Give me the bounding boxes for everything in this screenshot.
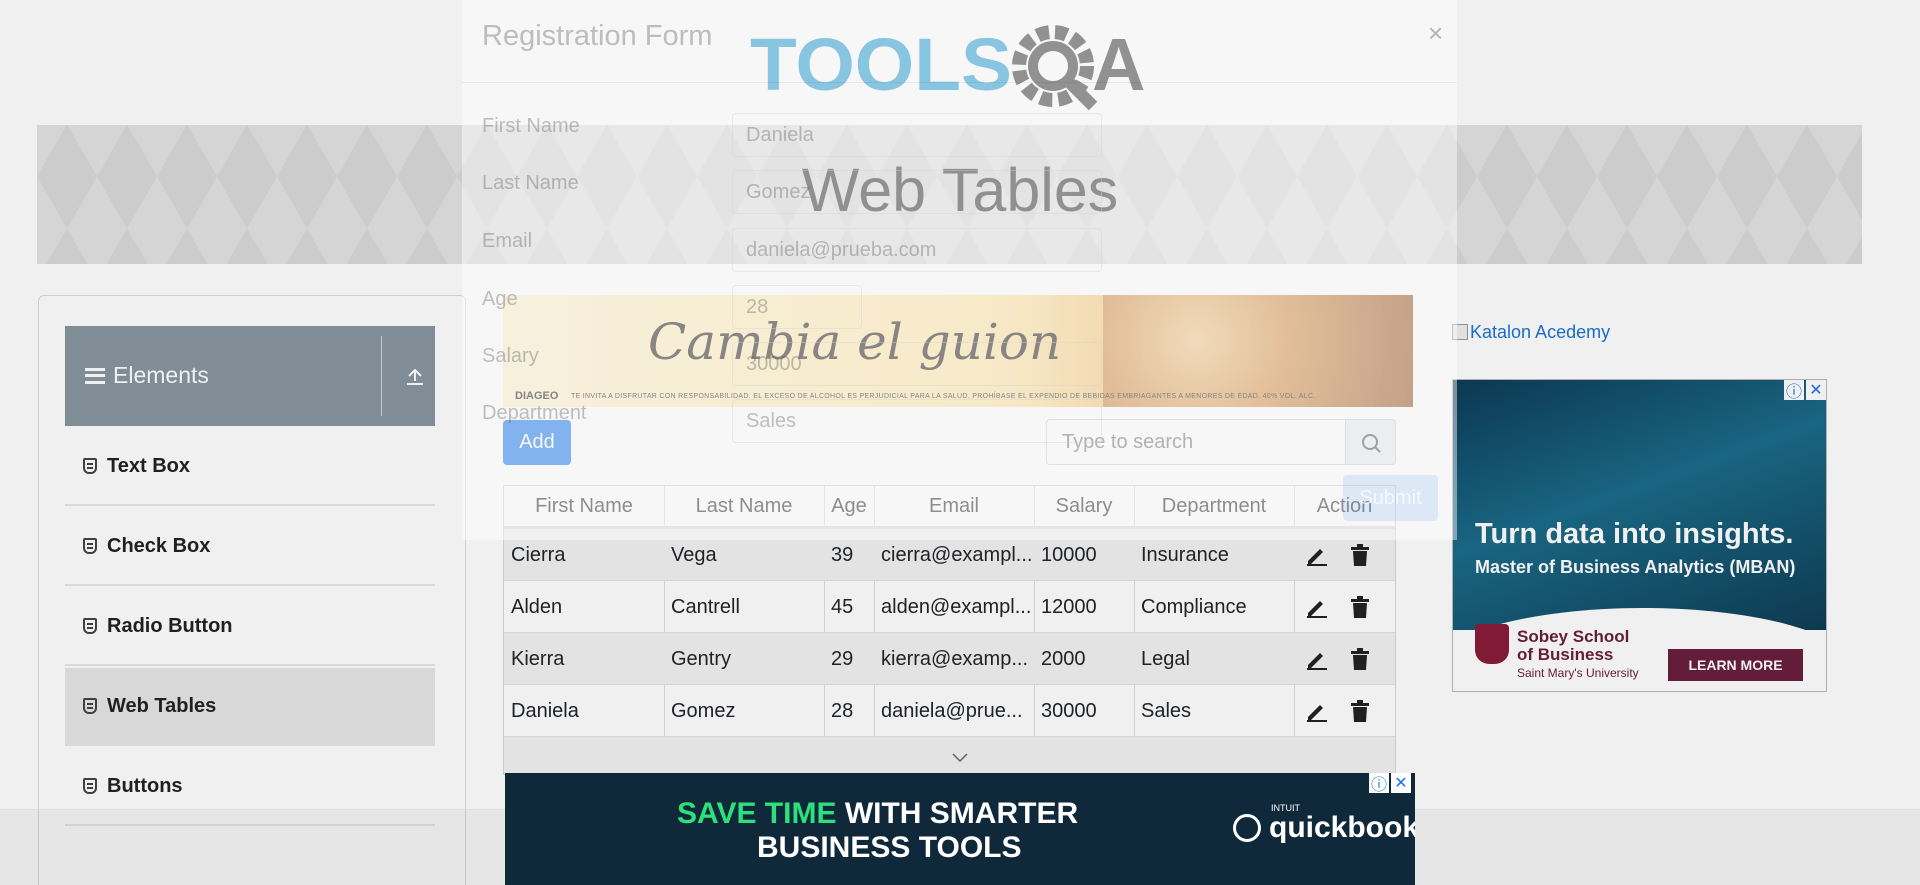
table-row: Alden Cantrell 45 alden@exampl... 12000 … <box>504 581 1395 633</box>
ad-line-1-highlight: SAVE TIME <box>677 797 837 830</box>
school-line-1: Sobey School <box>1517 627 1630 646</box>
ad-headline: Turn data into insights. <box>1475 518 1794 550</box>
collapse-arrow-icon[interactable] <box>405 368 425 386</box>
school-line-2: of Business <box>1517 645 1614 664</box>
sidebar-item-text-box[interactable]: Text Box <box>65 428 435 506</box>
edit-icon[interactable] <box>1305 596 1327 618</box>
age-field[interactable]: 28 <box>732 285 862 329</box>
cell-salary: 30000 <box>1041 700 1097 722</box>
ad-line-1: SAVE TIME WITH SMARTER <box>677 797 1078 831</box>
katalon-ad-link[interactable]: Katalon Acedemy <box>1452 322 1610 343</box>
cell-department: Sales <box>1141 700 1192 722</box>
divider <box>381 336 382 416</box>
school-crest-icon <box>1475 624 1509 664</box>
table-row-empty <box>504 737 1395 774</box>
mban-ad-banner[interactable]: Turn data into insights. Master of Busin… <box>1452 379 1827 692</box>
cell-age: 45 <box>831 596 854 618</box>
katalon-alt-text: Katalon Acedemy <box>1470 322 1611 342</box>
cell-first-name: Daniela <box>511 700 579 722</box>
sidebar-item-label: Radio Button <box>107 614 233 637</box>
sidebar-item-label: Web Tables <box>107 694 217 717</box>
sidebar-item-label: Check Box <box>107 534 211 557</box>
ad-close-icon[interactable]: ✕ <box>1806 380 1826 400</box>
ad-line-1-rest: WITH SMARTER <box>844 797 1079 830</box>
sidebar-item-check-box[interactable]: Check Box <box>65 508 435 586</box>
intuit-label: INTUIT <box>1271 803 1300 813</box>
table-row: Kierra Gentry 29 kierra@examp... 2000 Le… <box>504 633 1395 685</box>
edit-icon[interactable] <box>1305 648 1327 670</box>
label-email: Email <box>482 230 533 252</box>
cell-department: Legal <box>1141 648 1190 670</box>
ad-photo <box>1453 380 1826 630</box>
ad-university: Saint Mary's University <box>1517 666 1639 680</box>
modal-title: Registration Form <box>482 20 713 52</box>
trash-icon[interactable] <box>1350 648 1370 670</box>
html5-icon <box>83 618 97 634</box>
quickbooks-logo: INTUIT quickbooks <box>1233 803 1415 845</box>
label-last-name: Last Name <box>482 172 579 194</box>
trash-icon[interactable] <box>1350 596 1370 618</box>
ad-school-name: Sobey School of Business <box>1517 628 1629 664</box>
cell-first-name: Alden <box>511 596 563 618</box>
edit-icon[interactable] <box>1305 700 1327 722</box>
ad-line-2: BUSINESS TOOLS <box>757 831 1022 864</box>
cell-last-name: Gomez <box>671 700 736 722</box>
cell-department: Compliance <box>1141 596 1247 618</box>
trash-icon[interactable] <box>1350 544 1370 566</box>
cell-salary: 2000 <box>1041 648 1086 670</box>
cell-email: kierra@examp... <box>881 648 1029 670</box>
cell-salary: 12000 <box>1041 596 1097 618</box>
ad-info-icon[interactable]: ⓘ <box>1784 380 1804 401</box>
label-department: Department <box>482 402 587 424</box>
cell-first-name: Kierra <box>511 648 565 670</box>
cell-email: alden@exampl... <box>881 596 1032 618</box>
last-name-field[interactable]: Gomez <box>732 170 1102 214</box>
sidebar-item-web-tables[interactable]: Web Tables <box>65 668 435 746</box>
html5-icon <box>83 778 97 794</box>
cell-last-name: Cantrell <box>671 596 740 618</box>
html5-icon <box>83 698 97 714</box>
group-title-wrap: Elements <box>85 362 209 389</box>
salary-field[interactable]: 30000 <box>732 342 1102 386</box>
chevron-down-icon[interactable] <box>952 752 968 764</box>
ad-subheadline: Master of Business Analytics (MBAN) <box>1475 557 1796 577</box>
registration-modal: Registration Form × First Name Daniela L… <box>462 0 1457 540</box>
sidebar-item-label: Text Box <box>107 454 190 477</box>
cell-age: 28 <box>831 700 854 722</box>
table-row: Daniela Gomez 28 daniela@prue... 30000 S… <box>504 685 1395 737</box>
sidebar-item-radio-button[interactable]: Radio Button <box>65 588 435 666</box>
cell-email: daniela@prue... <box>881 700 1023 722</box>
elements-group-header[interactable]: Elements <box>65 326 435 426</box>
group-title: Elements <box>113 362 209 388</box>
quickbooks-logo-icon <box>1233 814 1261 842</box>
submit-button[interactable]: Submit <box>1343 475 1438 521</box>
learn-more-button[interactable]: LEARN MORE <box>1668 649 1803 681</box>
label-age: Age <box>482 288 518 310</box>
first-name-field[interactable]: Daniela <box>732 113 1102 157</box>
email-field[interactable]: daniela@prueba.com <box>732 228 1102 272</box>
label-salary: Salary <box>482 345 539 367</box>
edit-icon[interactable] <box>1305 544 1327 566</box>
cell-last-name: Gentry <box>671 648 732 670</box>
trash-icon[interactable] <box>1350 700 1370 722</box>
department-field[interactable]: Sales <box>732 399 1102 443</box>
ad-close-icon[interactable]: ✕ <box>1391 773 1411 793</box>
quickbooks-name: quickbooks <box>1269 811 1415 844</box>
html5-icon <box>83 538 97 554</box>
modal-separator <box>462 82 1457 83</box>
sidebar-item-label: Buttons <box>107 774 183 797</box>
ad-info-icon[interactable]: ⓘ <box>1369 773 1389 794</box>
quickbooks-ad-banner[interactable]: SAVE TIME WITH SMARTER BUSINESS TOOLS IN… <box>505 773 1415 885</box>
menu-icon <box>85 367 105 384</box>
cell-age: 29 <box>831 648 854 670</box>
close-icon[interactable]: × <box>1428 18 1443 49</box>
label-first-name: First Name <box>482 115 580 137</box>
html5-icon <box>83 458 97 474</box>
